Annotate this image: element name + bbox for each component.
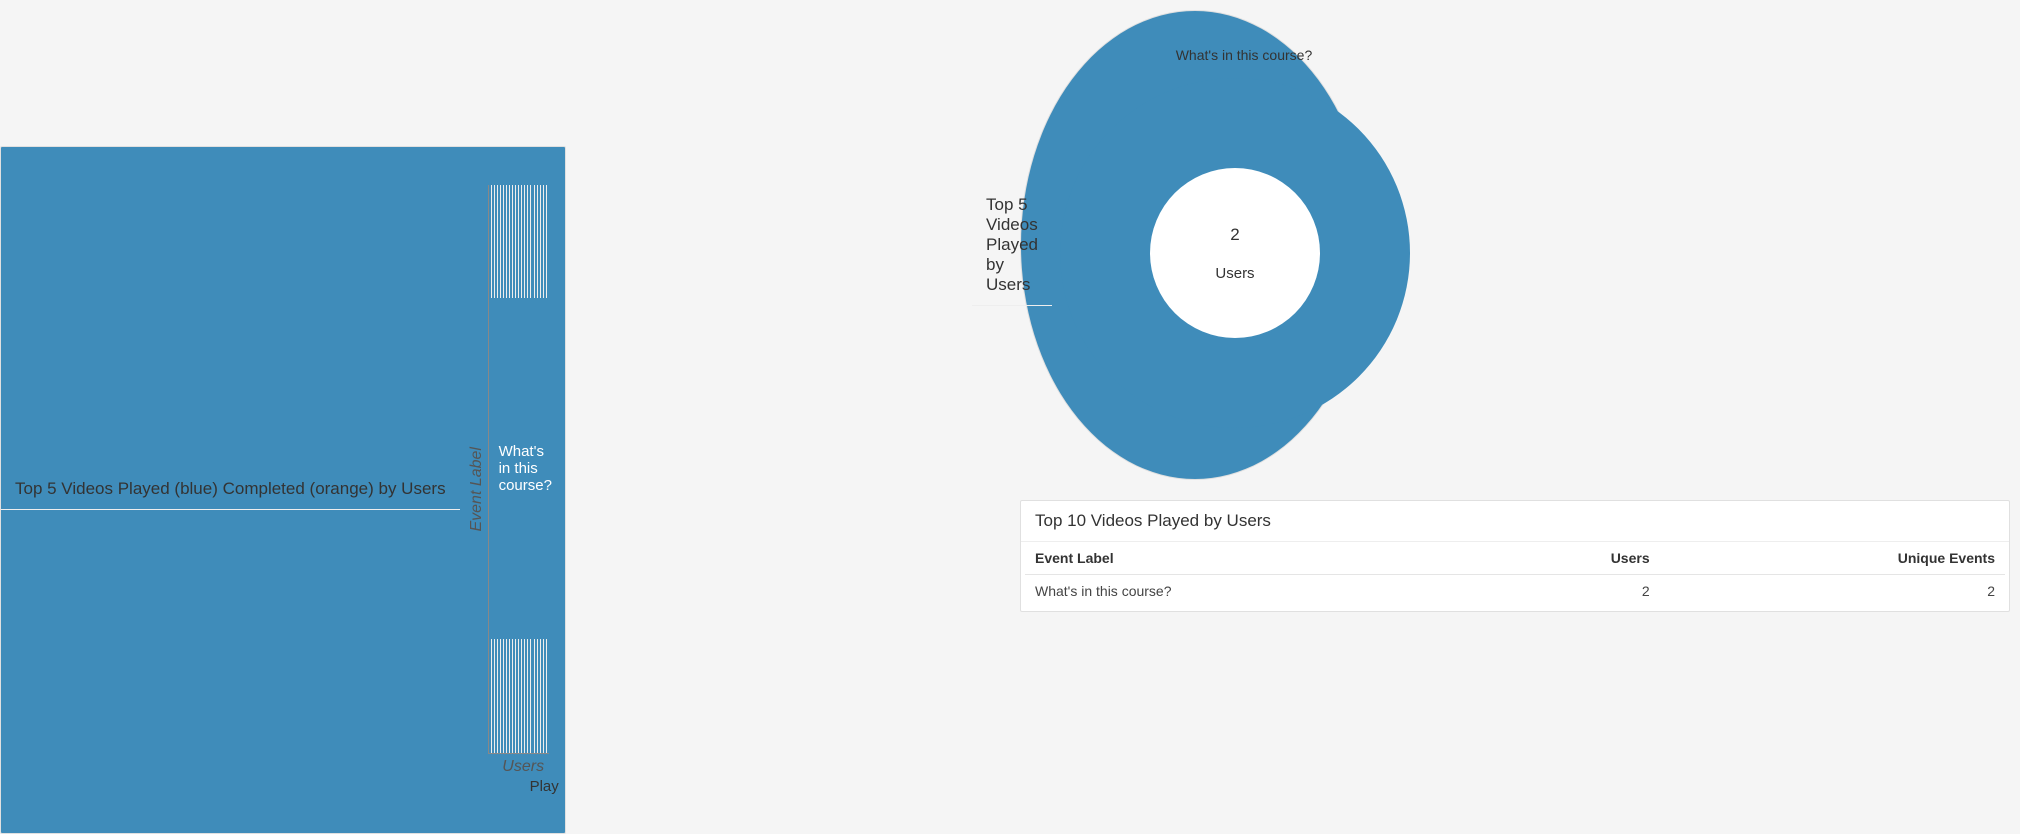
bar-plot-area[interactable]: What's in this course? bbox=[488, 185, 549, 754]
donut-center-label: Users bbox=[1215, 265, 1254, 282]
donut-ring[interactable]: 2 Users bbox=[1060, 78, 1410, 428]
table-row[interactable]: What's in this course? 2 2 bbox=[1025, 575, 2005, 608]
bar-legend-label: Play bbox=[530, 778, 559, 795]
table-col-users[interactable]: Users bbox=[1486, 542, 1660, 575]
bar-segment-play[interactable]: What's in this course? bbox=[489, 298, 549, 639]
videos-table: Event Label Users Unique Events What's i… bbox=[1025, 542, 2005, 607]
donut-center: 2 Users bbox=[1150, 168, 1320, 338]
dashboard: Top 5 Videos Played (blue) Completed (or… bbox=[10, 10, 2010, 718]
bar-legend-swatch bbox=[488, 780, 524, 793]
table-cell-event-label: What's in this course? bbox=[1025, 575, 1486, 608]
right-column: Top 5 Videos Played by Users What's in t… bbox=[1020, 10, 2010, 718]
table-cell-users: 2 bbox=[1486, 575, 1660, 608]
donut-legend-swatch bbox=[1158, 49, 1170, 61]
table-header-row: Event Label Users Unique Events bbox=[1025, 542, 2005, 575]
bar-category-label: What's in this course? bbox=[489, 443, 552, 494]
table-title: Top 10 Videos Played by Users bbox=[1021, 501, 2009, 542]
table-panel: Top 10 Videos Played by Users Event Labe… bbox=[1020, 500, 2010, 612]
bar-x-axis-title: Users bbox=[488, 758, 559, 776]
donut-chart-title: Top 5 Videos Played by Users bbox=[972, 185, 1052, 306]
donut-center-value: 2 bbox=[1230, 225, 1239, 245]
bar-y-axis-title: Event Label bbox=[466, 445, 488, 534]
donut-legend-label: What's in this course? bbox=[1176, 47, 1313, 63]
bar-chart-panel: Top 5 Videos Played (blue) Completed (or… bbox=[0, 146, 566, 834]
donut-chart-panel: Top 5 Videos Played by Users What's in t… bbox=[1020, 10, 1370, 480]
table-col-event-label[interactable]: Event Label bbox=[1025, 542, 1486, 575]
bar-legend[interactable]: Play bbox=[488, 778, 559, 795]
bar-chart-body: Event Label What's in this course? Users… bbox=[460, 179, 565, 801]
donut-legend[interactable]: What's in this course? bbox=[1060, 47, 1410, 63]
table-col-unique-events[interactable]: Unique Events bbox=[1660, 542, 2005, 575]
table-cell-unique-events: 2 bbox=[1660, 575, 2005, 608]
left-column: Top 5 Videos Played (blue) Completed (or… bbox=[10, 10, 1000, 718]
bar-chart-title: Top 5 Videos Played (blue) Completed (or… bbox=[1, 469, 460, 510]
